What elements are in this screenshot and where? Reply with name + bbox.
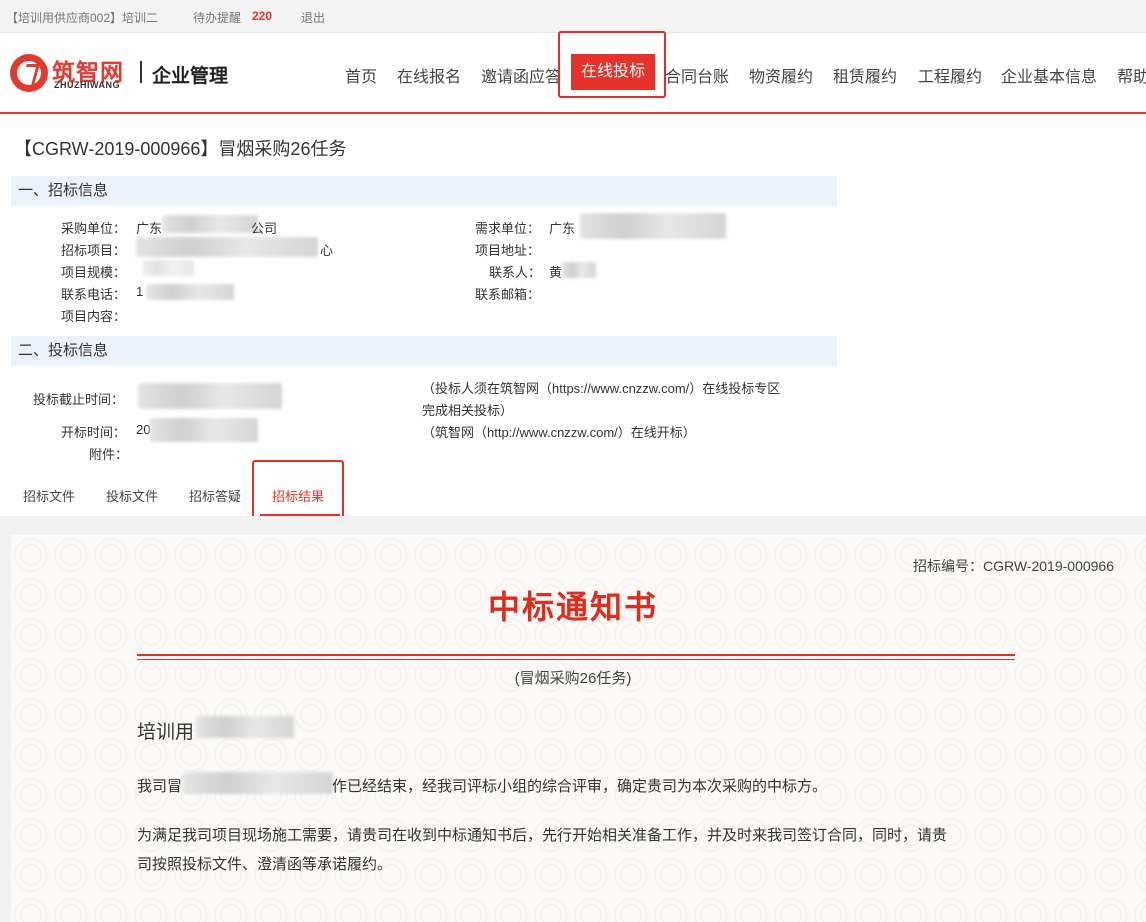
nav-online-registration[interactable]: 在线报名 [397,63,461,87]
project-value-end: 心 [320,243,334,258]
buyer-label: 采购单位： [61,221,127,236]
tender-number: 招标编号：CGRW-2019-000966 [913,558,1115,574]
nav-engineering-performance[interactable]: 工程履约 [918,63,982,87]
title-rule-thin [137,659,1015,660]
bid-open-note: （筑智网（http://www.cnzzw.com/）在线开标） [422,425,696,440]
tab-highlight-frame [252,460,344,522]
top-utility-bar: 【培训用供应商002】培训二 待办提醒 220 退出 [0,0,1146,33]
notice-paragraph-2-line-1: 为满足我司项目现场施工需要，请贵司在收到中标通知书后，先行开始相关准备工作，并及… [137,827,948,844]
logout-link[interactable]: 退出 [301,9,325,26]
redacted-project-name [183,772,333,794]
notice-paragraph-2-line-2: 司按照投标文件、澄清函等承诺履约。 [137,856,393,873]
bid-deadline-label: 投标截止时间： [33,392,125,407]
bid-deadline-note-cont: 完成相关投标） [422,403,514,418]
nav-contract-ledger[interactable]: 合同台账 [665,63,729,87]
logo-divider [140,61,142,83]
buyer-value-start: 广东 [136,221,163,236]
award-notice-title: 中标通知书 [487,589,658,625]
tab-tender-qa[interactable]: 招标答疑 [189,486,241,505]
redacted-contact [562,262,596,278]
page-title: 【CGRW-2019-000966】冒烟采购26任务 [14,139,347,159]
nav-company-info[interactable]: 企业基本信息 [1001,63,1097,87]
attachment-label: 附件： [89,447,129,462]
redacted-demand-unit [580,213,726,239]
contact-value-start: 黄 [549,265,563,280]
project-content-label: 项目内容： [61,309,127,324]
tab-bid-documents[interactable]: 投标文件 [106,486,158,505]
redacted-deadline [138,383,282,409]
nav-material-performance[interactable]: 物资履约 [749,63,813,87]
redacted-open-time [150,418,258,442]
logo-icon [10,54,48,92]
phone-label: 联系电话： [61,287,127,302]
current-user: 【培训用供应商002】培训二 [6,11,159,25]
notice-paragraph-1: 作已经结束，经我司评标小组的综合评审，确定贵司为本次采购的中标方。 [332,778,828,795]
reminder-link[interactable]: 待办提醒 [193,9,241,26]
redacted-recipient [196,716,294,738]
brand-name-en: ZHUZHIWANG [54,80,120,90]
redacted-project [136,237,318,257]
bid-open-time-value-start: 20 [136,422,151,437]
title-rule-thick [137,654,1015,656]
project-scale-label: 项目规模： [61,265,127,280]
nav-home[interactable]: 首页 [345,63,377,87]
redacted-scale [142,260,194,276]
notice-paragraph-1-start: 我司冒 [137,778,183,795]
project-label: 招标项目： [61,243,127,258]
recipient-greeting: 培训用 [137,722,195,743]
section-bid-info-heading: 二、投标信息 [11,336,837,366]
system-title: 企业管理 [152,66,229,87]
nav-help[interactable]: 帮助 [1117,63,1146,87]
nav-invitation-reply[interactable]: 邀请函应答 [481,63,561,87]
project-address-label: 项目地址： [475,243,541,258]
nav-lease-performance[interactable]: 租赁履约 [833,63,897,87]
bid-open-time-label: 开标时间： [61,425,127,440]
redacted-buyer [162,215,258,233]
section-bidding-info-heading: 一、招标信息 [11,176,837,206]
demand-unit-value-start: 广东 [549,221,576,236]
award-notice-subtitle: (冒烟采购26任务) [514,670,632,687]
phone-value-start: 1 [136,284,144,299]
contact-label: 联系人： [489,265,542,280]
email-label: 联系邮箱： [475,287,541,302]
tab-tender-documents[interactable]: 招标文件 [23,486,75,505]
bid-deadline-note: （投标人须在筑智网（https://www.cnzzw.com/）在线投标专区 [422,381,781,396]
redacted-phone [146,284,234,300]
demand-unit-label: 需求单位： [475,221,541,236]
buyer-value-end: 公司 [251,221,278,236]
nav-highlight-frame [558,31,666,98]
reminder-count-badge[interactable]: 220 [252,9,272,23]
